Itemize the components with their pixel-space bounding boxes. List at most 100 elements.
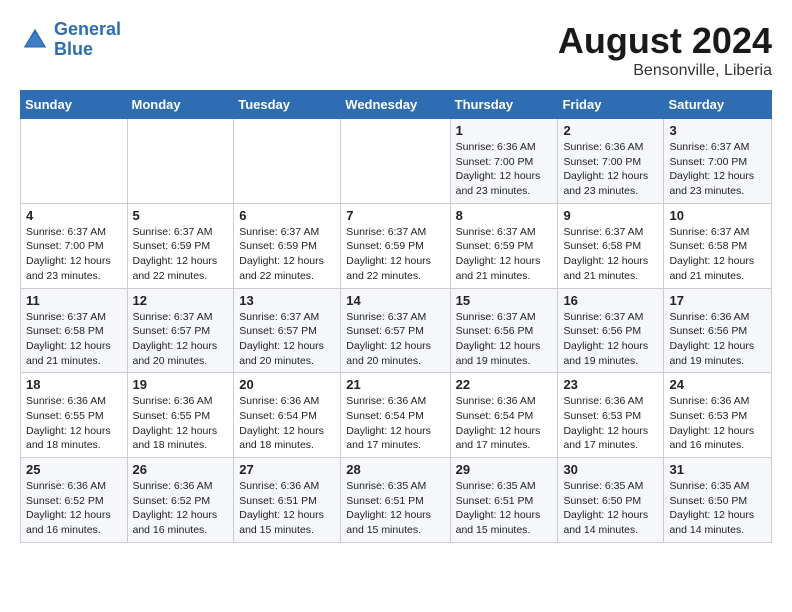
day-info: Sunrise: 6:35 AM Sunset: 6:50 PM Dayligh… xyxy=(669,479,766,538)
day-number: 1 xyxy=(456,123,553,138)
location: Bensonville, Liberia xyxy=(558,62,772,80)
day-number: 19 xyxy=(133,377,229,392)
week-row-4: 18 Sunrise: 6:36 AM Sunset: 6:55 PM Dayli… xyxy=(21,373,772,458)
week-row-5: 25 Sunrise: 6:36 AM Sunset: 6:52 PM Dayli… xyxy=(21,458,772,543)
day-info: Sunrise: 6:37 AM Sunset: 6:56 PM Dayligh… xyxy=(456,310,553,369)
calendar-cell: 11 Sunrise: 6:37 AM Sunset: 6:58 PM Dayli… xyxy=(21,288,128,373)
day-info: Sunrise: 6:37 AM Sunset: 6:59 PM Dayligh… xyxy=(346,225,444,284)
day-number: 25 xyxy=(26,462,122,477)
day-number: 22 xyxy=(456,377,553,392)
calendar-cell: 25 Sunrise: 6:36 AM Sunset: 6:52 PM Dayli… xyxy=(21,458,128,543)
day-number: 28 xyxy=(346,462,444,477)
weekday-header-thursday: Thursday xyxy=(450,91,558,119)
calendar-table: SundayMondayTuesdayWednesdayThursdayFrid… xyxy=(20,90,772,543)
day-number: 4 xyxy=(26,208,122,223)
calendar-cell: 21Sunrise: 6:36 AM Sunset: 6:54 PM Dayli… xyxy=(341,373,450,458)
day-number: 10 xyxy=(669,208,766,223)
calendar-cell: 18 Sunrise: 6:36 AM Sunset: 6:55 PM Dayli… xyxy=(21,373,128,458)
calendar-cell: 26 Sunrise: 6:36 AM Sunset: 6:52 PM Dayli… xyxy=(127,458,234,543)
calendar-cell: 14 Sunrise: 6:37 AM Sunset: 6:57 PM Dayli… xyxy=(341,288,450,373)
weekday-header-row: SundayMondayTuesdayWednesdayThursdayFrid… xyxy=(21,91,772,119)
day-number: 11 xyxy=(26,293,122,308)
day-info: Sunrise: 6:37 AM Sunset: 6:57 PM Dayligh… xyxy=(133,310,229,369)
calendar-cell: 23Sunrise: 6:36 AM Sunset: 6:53 PM Dayli… xyxy=(558,373,664,458)
day-number: 21 xyxy=(346,377,444,392)
day-number: 30 xyxy=(563,462,658,477)
calendar-cell: 20 Sunrise: 6:36 AM Sunset: 6:54 PM Dayli… xyxy=(234,373,341,458)
day-number: 24 xyxy=(669,377,766,392)
day-info: Sunrise: 6:37 AM Sunset: 6:59 PM Dayligh… xyxy=(456,225,553,284)
day-number: 27 xyxy=(239,462,335,477)
calendar-cell xyxy=(21,119,128,204)
logo: General Blue xyxy=(20,20,121,60)
day-number: 29 xyxy=(456,462,553,477)
day-number: 5 xyxy=(133,208,229,223)
calendar-cell: 19 Sunrise: 6:36 AM Sunset: 6:55 PM Dayli… xyxy=(127,373,234,458)
weekday-header-sunday: Sunday xyxy=(21,91,128,119)
day-number: 15 xyxy=(456,293,553,308)
day-number: 14 xyxy=(346,293,444,308)
calendar-cell: 6 Sunrise: 6:37 AM Sunset: 6:59 PM Daylig… xyxy=(234,203,341,288)
calendar-cell: 30 Sunrise: 6:35 AM Sunset: 6:50 PM Dayli… xyxy=(558,458,664,543)
weekday-header-tuesday: Tuesday xyxy=(234,91,341,119)
day-info: Sunrise: 6:36 AM Sunset: 6:52 PM Dayligh… xyxy=(133,479,229,538)
day-info: Sunrise: 6:36 AM Sunset: 6:54 PM Dayligh… xyxy=(456,394,553,453)
day-info: Sunrise: 6:36 AM Sunset: 6:55 PM Dayligh… xyxy=(26,394,122,453)
calendar-cell xyxy=(341,119,450,204)
calendar-cell: 8 Sunrise: 6:37 AM Sunset: 6:59 PM Daylig… xyxy=(450,203,558,288)
day-number: 9 xyxy=(563,208,658,223)
day-info: Sunrise: 6:37 AM Sunset: 6:57 PM Dayligh… xyxy=(239,310,335,369)
day-number: 6 xyxy=(239,208,335,223)
calendar-cell: 12 Sunrise: 6:37 AM Sunset: 6:57 PM Dayli… xyxy=(127,288,234,373)
day-number: 18 xyxy=(26,377,122,392)
day-info: Sunrise: 6:37 AM Sunset: 7:00 PM Dayligh… xyxy=(26,225,122,284)
day-number: 12 xyxy=(133,293,229,308)
calendar-cell: 31 Sunrise: 6:35 AM Sunset: 6:50 PM Dayli… xyxy=(664,458,772,543)
month-year: August 2024 xyxy=(558,20,772,62)
day-number: 8 xyxy=(456,208,553,223)
day-number: 26 xyxy=(133,462,229,477)
day-number: 3 xyxy=(669,123,766,138)
calendar-cell: 1 Sunrise: 6:36 AM Sunset: 7:00 PM Daylig… xyxy=(450,119,558,204)
day-info: Sunrise: 6:36 AM Sunset: 6:56 PM Dayligh… xyxy=(669,310,766,369)
calendar-cell: 24 Sunrise: 6:36 AM Sunset: 6:53 PM Dayli… xyxy=(664,373,772,458)
day-info: Sunrise: 6:37 AM Sunset: 6:59 PM Dayligh… xyxy=(239,225,335,284)
week-row-2: 4 Sunrise: 6:37 AM Sunset: 7:00 PM Daylig… xyxy=(21,203,772,288)
day-info: Sunrise: 6:36 AM Sunset: 6:52 PM Dayligh… xyxy=(26,479,122,538)
logo-icon xyxy=(20,25,50,55)
calendar-cell: 15 Sunrise: 6:37 AM Sunset: 6:56 PM Dayli… xyxy=(450,288,558,373)
day-info: Sunrise: 6:36 AM Sunset: 6:54 PM Dayligh… xyxy=(239,394,335,453)
logo-text: General Blue xyxy=(54,20,121,60)
calendar-cell: 13Sunrise: 6:37 AM Sunset: 6:57 PM Dayli… xyxy=(234,288,341,373)
day-number: 20 xyxy=(239,377,335,392)
day-info: Sunrise: 6:37 AM Sunset: 6:58 PM Dayligh… xyxy=(26,310,122,369)
day-info: Sunrise: 6:35 AM Sunset: 6:51 PM Dayligh… xyxy=(456,479,553,538)
day-number: 31 xyxy=(669,462,766,477)
calendar-cell: 22 Sunrise: 6:36 AM Sunset: 6:54 PM Dayli… xyxy=(450,373,558,458)
day-info: Sunrise: 6:37 AM Sunset: 6:59 PM Dayligh… xyxy=(133,225,229,284)
calendar-cell: 10Sunrise: 6:37 AM Sunset: 6:58 PM Dayli… xyxy=(664,203,772,288)
calendar-cell: 29 Sunrise: 6:35 AM Sunset: 6:51 PM Dayli… xyxy=(450,458,558,543)
day-info: Sunrise: 6:36 AM Sunset: 7:00 PM Dayligh… xyxy=(456,140,553,199)
day-info: Sunrise: 6:36 AM Sunset: 6:55 PM Dayligh… xyxy=(133,394,229,453)
day-number: 7 xyxy=(346,208,444,223)
day-info: Sunrise: 6:37 AM Sunset: 6:58 PM Dayligh… xyxy=(563,225,658,284)
day-number: 16 xyxy=(563,293,658,308)
calendar-cell: 28 Sunrise: 6:35 AM Sunset: 6:51 PM Dayli… xyxy=(341,458,450,543)
calendar-cell: 5 Sunrise: 6:37 AM Sunset: 6:59 PM Daylig… xyxy=(127,203,234,288)
day-info: Sunrise: 6:37 AM Sunset: 7:00 PM Dayligh… xyxy=(669,140,766,199)
calendar-cell: 7 Sunrise: 6:37 AM Sunset: 6:59 PM Daylig… xyxy=(341,203,450,288)
week-row-1: 1 Sunrise: 6:36 AM Sunset: 7:00 PM Daylig… xyxy=(21,119,772,204)
weekday-header-friday: Friday xyxy=(558,91,664,119)
day-info: Sunrise: 6:37 AM Sunset: 6:56 PM Dayligh… xyxy=(563,310,658,369)
weekday-header-wednesday: Wednesday xyxy=(341,91,450,119)
day-number: 2 xyxy=(563,123,658,138)
day-info: Sunrise: 6:36 AM Sunset: 6:53 PM Dayligh… xyxy=(669,394,766,453)
calendar-cell: 17 Sunrise: 6:36 AM Sunset: 6:56 PM Dayli… xyxy=(664,288,772,373)
calendar-cell: 3 Sunrise: 6:37 AM Sunset: 7:00 PM Daylig… xyxy=(664,119,772,204)
day-info: Sunrise: 6:37 AM Sunset: 6:57 PM Dayligh… xyxy=(346,310,444,369)
day-info: Sunrise: 6:35 AM Sunset: 6:50 PM Dayligh… xyxy=(563,479,658,538)
day-number: 17 xyxy=(669,293,766,308)
day-info: Sunrise: 6:35 AM Sunset: 6:51 PM Dayligh… xyxy=(346,479,444,538)
week-row-3: 11 Sunrise: 6:37 AM Sunset: 6:58 PM Dayli… xyxy=(21,288,772,373)
